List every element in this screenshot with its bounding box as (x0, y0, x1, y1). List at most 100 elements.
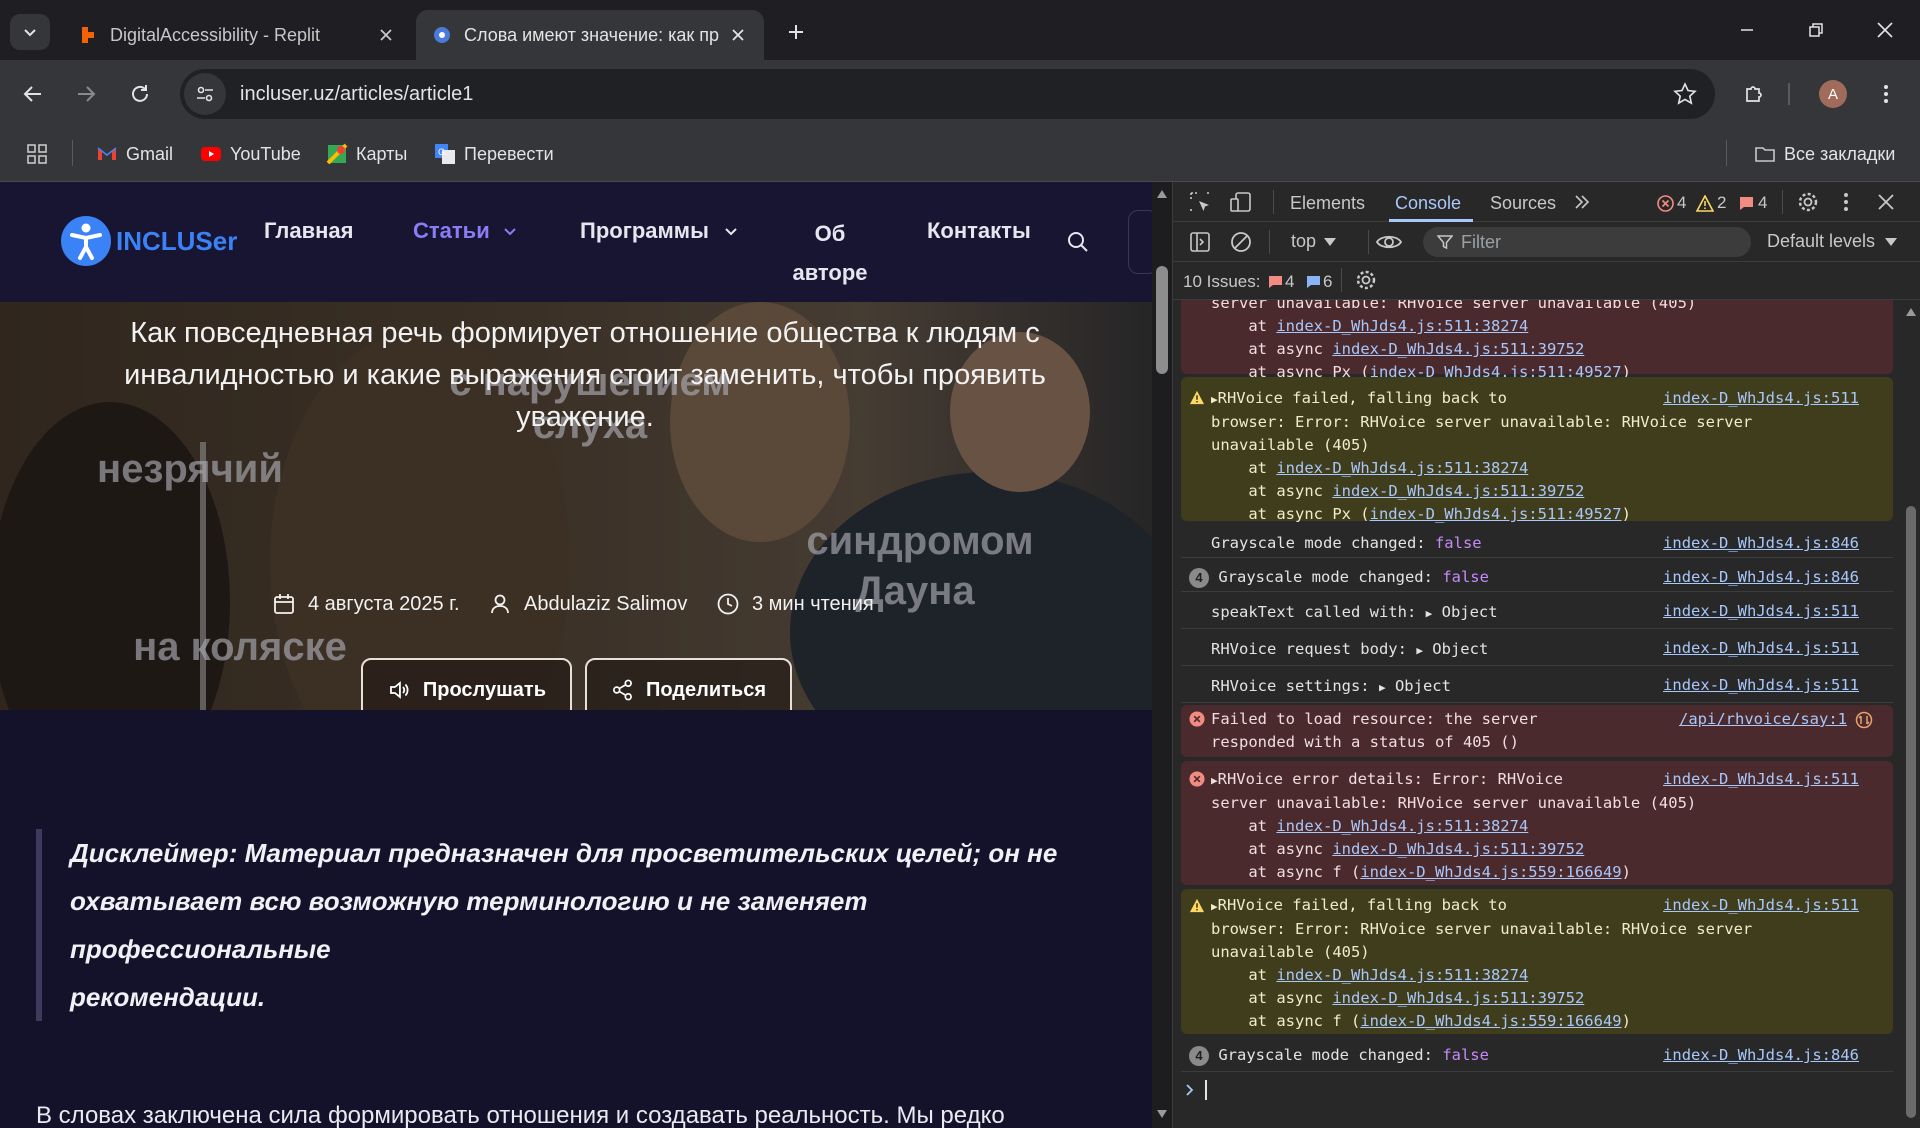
object-preview[interactable]: Object (1432, 640, 1488, 658)
tab-replit[interactable]: DigitalAccessibility - Replit (62, 10, 412, 60)
source-link[interactable]: index-D_WhJds4.js:511 (1663, 674, 1859, 697)
tab-article[interactable]: Слова имеют значение: как пр (416, 10, 764, 60)
object-preview[interactable]: Object (1395, 677, 1451, 695)
issues-errors-link[interactable]: 4 (1268, 272, 1294, 292)
close-window-button[interactable] (1862, 12, 1908, 48)
accessibility-icon (61, 216, 111, 266)
filter-input[interactable]: Filter (1423, 227, 1751, 257)
tab-sources[interactable]: Sources (1490, 193, 1556, 214)
tab-console[interactable]: Console (1395, 193, 1461, 214)
error-count[interactable]: 4 (1657, 193, 1686, 213)
stack-line: at async f (index-D_WhJds4.js:559:166649… (1211, 863, 1631, 881)
stack-link[interactable]: index-D_WhJds4.js:511:38274 (1276, 459, 1528, 477)
hero-subtitle-line: инвалидностью и какие выражения стоит за… (124, 359, 1046, 391)
header-widget-button[interactable] (1128, 210, 1152, 274)
scroll-thumb[interactable] (1156, 266, 1168, 374)
share-button[interactable]: Поделиться (585, 658, 792, 710)
avatar: A (1819, 80, 1847, 108)
back-button[interactable] (13, 74, 53, 114)
source-link[interactable]: index-D_WhJds4.js:846 (1663, 1044, 1859, 1067)
issues-info-link[interactable]: 6 (1306, 272, 1332, 292)
bookmark-star-icon[interactable] (1673, 82, 1697, 106)
settings-gear-icon[interactable] (1797, 191, 1819, 213)
expand-arrow-icon[interactable]: ▶ (1426, 607, 1433, 620)
stack-link[interactable]: index-D_WhJds4.js:511:39752 (1332, 340, 1584, 358)
expand-arrow-icon[interactable]: ▶ (1379, 681, 1386, 694)
console-scrollbar[interactable] (1901, 300, 1920, 1128)
restore-button[interactable] (1793, 12, 1839, 48)
more-tabs-icon[interactable] (1573, 193, 1591, 211)
stack-link[interactable]: index-D_WhJds4.js:511:49527 (1370, 505, 1622, 523)
stack-link[interactable]: index-D_WhJds4.js:511:39752 (1332, 482, 1584, 500)
clear-console-icon[interactable] (1230, 231, 1252, 253)
more-vert-icon[interactable] (1843, 191, 1849, 213)
site-info-button[interactable] (184, 73, 226, 115)
site-logo[interactable]: INCLUSer (60, 215, 237, 267)
bookmark-maps[interactable]: Карты (326, 138, 407, 170)
profile-button[interactable]: A (1813, 74, 1853, 114)
source-link[interactable]: index-D_WhJds4.js:846 (1663, 566, 1859, 589)
filter-placeholder: Filter (1461, 231, 1501, 252)
nav-contacts[interactable]: Контакты (927, 218, 1031, 244)
stack-link[interactable]: index-D_WhJds4.js:511:38274 (1276, 317, 1528, 335)
site-favicon-icon (434, 27, 450, 43)
sidebar-toggle-icon[interactable] (1189, 231, 1211, 253)
bookmark-translate[interactable]: G Перевести (434, 138, 554, 170)
console-line: unavailable (405) (1211, 943, 1370, 961)
nav-programs[interactable]: Программы (580, 218, 739, 244)
stack-link[interactable]: index-D_WhJds4.js:511:38274 (1276, 966, 1528, 984)
stack-link[interactable]: index-D_WhJds4.js:511:38274 (1276, 817, 1528, 835)
source-link[interactable]: /api/rhvoice/say:1 (1679, 708, 1847, 731)
source-link[interactable]: index-D_WhJds4.js:511 (1663, 600, 1859, 623)
bookmark-gmail[interactable]: Gmail (96, 138, 173, 170)
logo-text: INCLUSer (116, 225, 238, 256)
minimize-button[interactable] (1724, 12, 1770, 48)
nav-articles[interactable]: Статьи (413, 218, 518, 244)
network-request-icon[interactable] (1855, 711, 1873, 729)
stack-link[interactable]: index-D_WhJds4.js:559:166649 (1360, 863, 1621, 881)
extensions-button[interactable] (1734, 74, 1774, 114)
stack-link[interactable]: index-D_WhJds4.js:511:39752 (1332, 989, 1584, 1007)
console-prompt-input[interactable] (1185, 1075, 1885, 1105)
all-bookmarks[interactable]: Все закладки (1754, 138, 1895, 170)
address-bar[interactable]: incluser.uz/articles/article1 (180, 69, 1715, 119)
toolbar-divider (1269, 230, 1270, 254)
new-tab-button[interactable] (780, 16, 812, 48)
bookmark-youtube[interactable]: YouTube (200, 138, 301, 170)
listen-button[interactable]: Прослушать (361, 658, 572, 710)
hero-subtitle-line: Как повседневная речь формирует отношени… (130, 317, 1040, 349)
source-link[interactable]: index-D_WhJds4.js:511 (1663, 637, 1859, 660)
tab-elements[interactable]: Elements (1290, 193, 1365, 214)
source-link[interactable]: index-D_WhJds4.js:511 (1663, 768, 1859, 791)
reload-button[interactable] (120, 74, 160, 114)
forward-button[interactable] (66, 74, 106, 114)
inspect-element-icon[interactable] (1189, 191, 1211, 213)
scroll-thumb[interactable] (1906, 506, 1916, 1118)
article-paragraph: В словах заключена сила формировать отно… (36, 1102, 1005, 1128)
stack-link[interactable]: index-D_WhJds4.js:511:39752 (1332, 840, 1584, 858)
device-toolbar-icon[interactable] (1230, 191, 1254, 213)
close-devtools-icon[interactable] (1877, 193, 1895, 211)
tab-search-button[interactable] (10, 14, 50, 50)
console-settings-icon[interactable] (1355, 269, 1377, 291)
object-preview[interactable]: Object (1442, 603, 1498, 621)
nav-about[interactable]: Об авторе (780, 214, 880, 292)
close-icon[interactable] (376, 25, 396, 45)
expand-arrow-icon[interactable]: ▶ (1416, 644, 1423, 657)
source-link[interactable]: index-D_WhJds4.js:511 (1663, 387, 1859, 410)
live-expression-icon[interactable] (1367, 232, 1403, 252)
stack-link[interactable]: index-D_WhJds4.js:559:166649 (1360, 1012, 1621, 1030)
url-text: incluser.uz/articles/article1 (240, 82, 474, 105)
issues-count[interactable]: 4 (1738, 193, 1767, 213)
apps-button[interactable] (26, 138, 48, 170)
site-search-button[interactable] (1066, 230, 1090, 254)
log-levels-dropdown[interactable]: Default levels (1767, 231, 1898, 252)
context-selector[interactable]: top (1291, 231, 1337, 252)
warning-count[interactable]: 2 (1696, 193, 1726, 213)
menu-button[interactable] (1866, 74, 1906, 114)
source-link[interactable]: index-D_WhJds4.js:511 (1663, 894, 1859, 917)
nav-home[interactable]: Главная (264, 218, 353, 244)
page-scrollbar[interactable] (1152, 182, 1172, 1128)
close-icon[interactable] (728, 25, 748, 45)
source-link[interactable]: index-D_WhJds4.js:846 (1663, 532, 1859, 555)
